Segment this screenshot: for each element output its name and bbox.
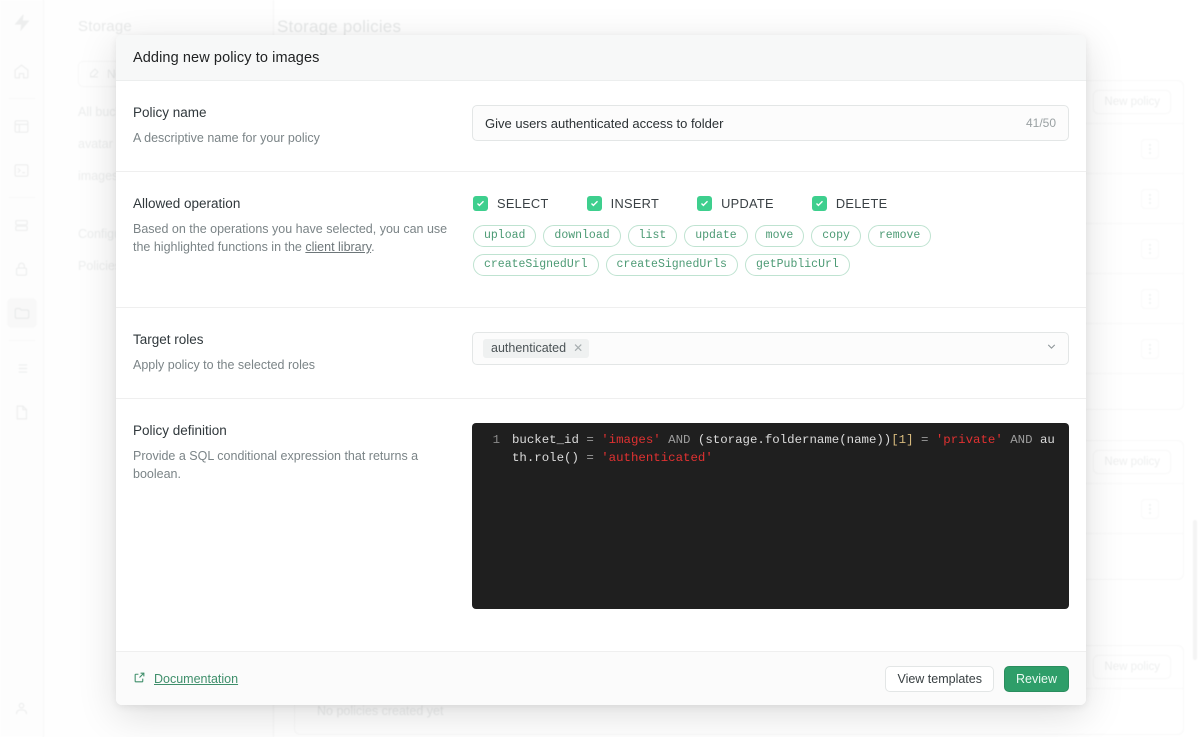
function-pill-list: list — [628, 225, 678, 247]
modal-footer: Documentation View templates Review — [116, 651, 1086, 705]
function-pill-createsignedurl: createSignedUrl — [473, 254, 599, 276]
check-icon — [473, 196, 488, 211]
check-icon — [697, 196, 712, 211]
target-roles-select[interactable]: authenticated ✕ — [472, 332, 1069, 365]
policy-name-label: Policy name — [133, 105, 448, 120]
allowed-operation-label: Allowed operation — [133, 196, 449, 211]
check-icon — [587, 196, 602, 211]
section-policy-name-control: Give users authenticated access to folde… — [472, 105, 1069, 147]
documentation-link[interactable]: Documentation — [133, 671, 238, 687]
chevron-down-icon[interactable] — [1045, 340, 1058, 358]
function-pills-row-2: createSignedUrl createSignedUrls getPubl… — [473, 254, 1069, 276]
line-number: 1 — [472, 431, 512, 467]
checkbox-delete[interactable]: DELETE — [812, 196, 888, 211]
client-library-link[interactable]: client library — [305, 240, 371, 254]
operation-checkbox-group: SELECT INSERT UPDATE DELETE — [473, 196, 1069, 211]
sql-code[interactable]: bucket_id = 'images' AND (storage.folder… — [512, 431, 1069, 467]
section-policy-definition-info: Policy definition Provide a SQL conditio… — [133, 423, 472, 609]
function-pill-copy: copy — [811, 225, 861, 247]
external-link-icon — [133, 671, 146, 687]
section-target-roles-info: Target roles Apply policy to the selecte… — [133, 332, 472, 374]
policy-name-hint: A descriptive name for your policy — [133, 129, 448, 147]
function-pill-getpublicurl: getPublicUrl — [745, 254, 850, 276]
function-pill-download: download — [543, 225, 620, 247]
editor-line: 1 bucket_id = 'images' AND (storage.fold… — [472, 431, 1069, 467]
check-icon — [812, 196, 827, 211]
checkbox-insert-label: INSERT — [611, 196, 660, 211]
function-pills-row-1: upload download list update move copy re… — [473, 225, 1069, 247]
section-target-roles-control: authenticated ✕ — [472, 332, 1069, 374]
checkbox-select-label: SELECT — [497, 196, 549, 211]
checkbox-update-label: UPDATE — [721, 196, 774, 211]
function-pill-remove: remove — [868, 225, 931, 247]
checkbox-update[interactable]: UPDATE — [697, 196, 774, 211]
function-pill-move: move — [755, 225, 805, 247]
function-pill-createsignedurls: createSignedUrls — [606, 254, 738, 276]
function-pill-update: update — [684, 225, 747, 247]
modal-title: Adding new policy to images — [133, 50, 319, 66]
add-policy-modal: Adding new policy to images Policy name … — [116, 35, 1086, 705]
section-policy-name: Policy name A descriptive name for your … — [116, 81, 1086, 172]
app-root: Storage New All buck avatar images Confi… — [0, 0, 1200, 737]
section-allowed-operation-info: Allowed operation Based on the operation… — [133, 196, 473, 283]
view-templates-button[interactable]: View templates — [885, 666, 994, 692]
section-policy-definition-control: 1 bucket_id = 'images' AND (storage.fold… — [472, 423, 1069, 609]
documentation-label: Documentation — [154, 672, 238, 686]
hint-text-before: Based on the operations you have selecte… — [133, 222, 447, 254]
target-roles-hint: Apply policy to the selected roles — [133, 356, 448, 374]
modal-body: Policy name A descriptive name for your … — [116, 81, 1086, 651]
section-target-roles: Target roles Apply policy to the selecte… — [116, 308, 1086, 399]
role-chip-label: authenticated — [491, 341, 566, 355]
section-allowed-operation-control: SELECT INSERT UPDATE DELETE — [473, 196, 1069, 283]
hint-text-after: . — [371, 240, 374, 254]
allowed-operation-hint: Based on the operations you have selecte… — [133, 220, 449, 256]
section-policy-name-info: Policy name A descriptive name for your … — [133, 105, 472, 147]
function-pill-upload: upload — [473, 225, 536, 247]
target-roles-label: Target roles — [133, 332, 448, 347]
policy-definition-hint: Provide a SQL conditional expression tha… — [133, 447, 448, 483]
close-icon[interactable]: ✕ — [573, 342, 583, 354]
checkbox-select[interactable]: SELECT — [473, 196, 549, 211]
checkbox-insert[interactable]: INSERT — [587, 196, 660, 211]
section-policy-definition: Policy definition Provide a SQL conditio… — [116, 399, 1086, 633]
checkbox-delete-label: DELETE — [836, 196, 888, 211]
footer-actions: View templates Review — [885, 666, 1069, 692]
policy-definition-label: Policy definition — [133, 423, 448, 438]
policy-name-counter: 41/50 — [1026, 116, 1056, 130]
policy-name-value: Give users authenticated access to folde… — [485, 116, 1026, 131]
role-chip-authenticated[interactable]: authenticated ✕ — [483, 339, 589, 358]
section-allowed-operation: Allowed operation Based on the operation… — [116, 172, 1086, 308]
policy-name-input[interactable]: Give users authenticated access to folde… — [472, 105, 1069, 141]
review-button[interactable]: Review — [1004, 666, 1069, 692]
modal-header: Adding new policy to images — [116, 35, 1086, 81]
sql-editor[interactable]: 1 bucket_id = 'images' AND (storage.fold… — [472, 423, 1069, 609]
